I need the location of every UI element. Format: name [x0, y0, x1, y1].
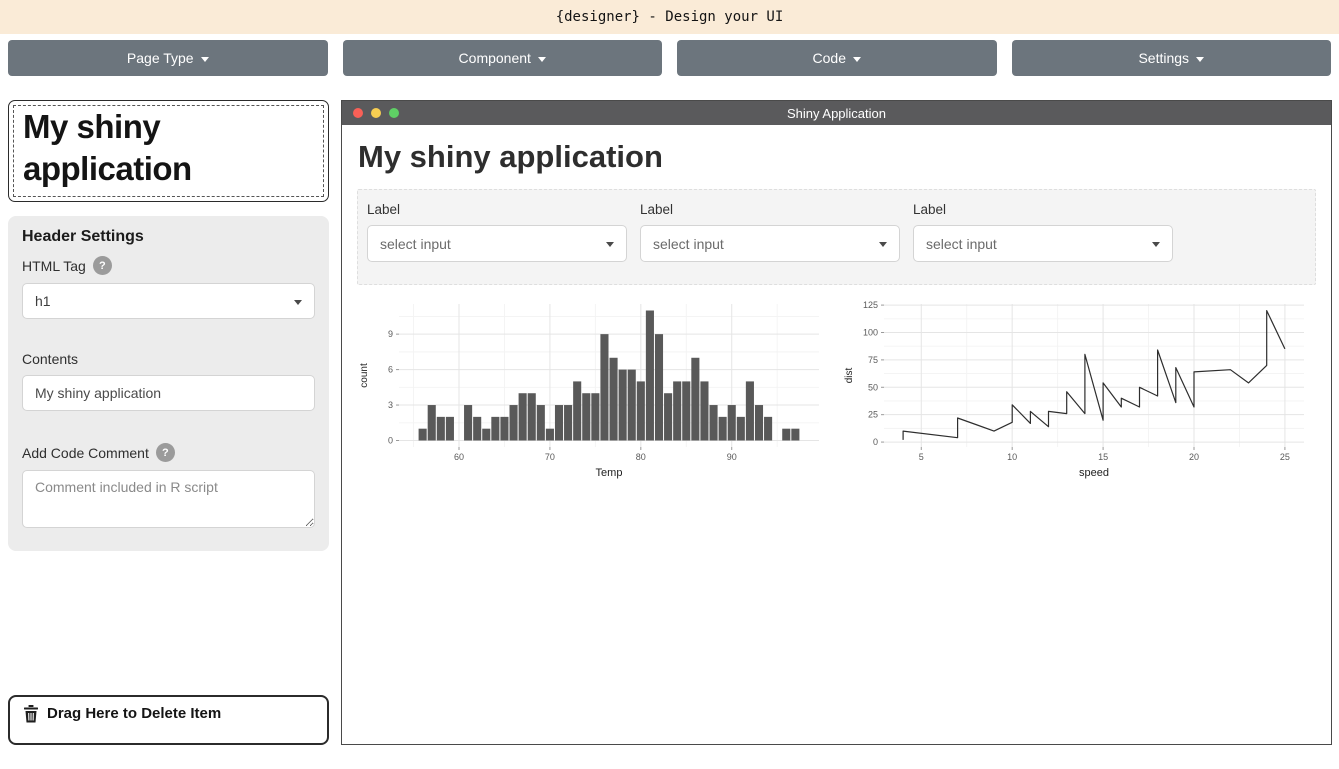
delete-drop-label: Drag Here to Delete Item [47, 705, 221, 722]
svg-text:5: 5 [919, 452, 924, 462]
caret-down-icon [538, 57, 546, 62]
svg-text:10: 10 [1007, 452, 1017, 462]
panel-title: Header Settings [22, 228, 315, 246]
select-input[interactable]: select input [367, 225, 627, 262]
sidebar: My shiny application Header Settings HTM… [8, 100, 329, 745]
caret-down-icon [1152, 242, 1160, 247]
svg-text:Temp: Temp [596, 467, 623, 479]
contents-label: Contents [22, 351, 78, 367]
code-comment-label: Add Code Comment [22, 445, 149, 461]
component-button[interactable]: Component [343, 40, 663, 76]
html-tag-select[interactable]: h1 [22, 283, 315, 319]
html-tag-value: h1 [35, 293, 51, 309]
canvas-header-text: My shiny application [13, 105, 324, 197]
select-input-column: Label select input [913, 200, 1186, 274]
temp-histogram-plot: 0 3 6 9 60 70 80 90 Temp count [357, 294, 831, 480]
select-input-label: Label [913, 202, 1173, 217]
help-icon[interactable]: ? [93, 256, 112, 275]
app-title: {designer} - Design your UI [556, 9, 784, 25]
select-input[interactable]: select input [640, 225, 900, 262]
svg-text:80: 80 [636, 452, 646, 462]
code-label: Code [813, 50, 846, 66]
preview-body: My shiny application Label select input … [342, 125, 1331, 744]
window-titlebar: Shiny Application [342, 101, 1331, 125]
speed-dist-line-plot: 0 25 50 75 100 125 5 10 15 20 25 speed dist [842, 294, 1316, 480]
delete-drop-zone[interactable]: Drag Here to Delete Item [8, 695, 329, 745]
traffic-lights [353, 108, 399, 118]
svg-text:6: 6 [388, 365, 393, 375]
select-input-label: Label [640, 202, 900, 217]
page-type-label: Page Type [127, 50, 194, 66]
caret-down-icon [879, 242, 887, 247]
traffic-light-red-icon [353, 108, 363, 118]
trash-icon [23, 705, 39, 723]
canvas-header-item[interactable]: My shiny application [8, 100, 329, 202]
caret-down-icon [294, 300, 302, 305]
page-type-button[interactable]: Page Type [8, 40, 328, 76]
svg-text:count: count [359, 363, 370, 388]
svg-text:90: 90 [727, 452, 737, 462]
help-icon[interactable]: ? [156, 443, 175, 462]
svg-text:20: 20 [1189, 452, 1199, 462]
charts-row: 0 3 6 9 60 70 80 90 Temp count 0 25 50 75 100 125 5 10 15… [357, 294, 1316, 480]
select-input-value: select input [653, 236, 724, 252]
svg-text:25: 25 [1280, 452, 1290, 462]
svg-text:60: 60 [454, 452, 464, 462]
shiny-preview-window: Shiny Application My shiny application L… [341, 100, 1332, 745]
caret-down-icon [853, 57, 861, 62]
app-title-bar: {designer} - Design your UI [0, 0, 1339, 34]
settings-button[interactable]: Settings [1012, 40, 1332, 76]
settings-label: Settings [1138, 50, 1189, 66]
code-button[interactable]: Code [677, 40, 997, 76]
svg-text:0: 0 [388, 436, 393, 446]
window-title: Shiny Application [342, 106, 1331, 121]
workspace: My shiny application Header Settings HTM… [0, 76, 1339, 745]
component-row: Label select input Label select input La… [357, 189, 1316, 285]
caret-down-icon [1196, 57, 1204, 62]
svg-text:speed: speed [1079, 467, 1109, 479]
caret-down-icon [201, 57, 209, 62]
select-input-column: Label select input [367, 200, 640, 274]
svg-text:50: 50 [868, 382, 878, 392]
svg-text:75: 75 [868, 355, 878, 365]
toolbar: Page Type Component Code Settings [0, 34, 1339, 76]
svg-text:25: 25 [868, 410, 878, 420]
select-input-value: select input [926, 236, 997, 252]
contents-input[interactable] [22, 375, 315, 411]
svg-text:0: 0 [873, 437, 878, 447]
svg-text:15: 15 [1098, 452, 1108, 462]
svg-text:100: 100 [863, 327, 878, 337]
preview-heading: My shiny application [358, 139, 1315, 175]
svg-text:3: 3 [388, 400, 393, 410]
traffic-light-green-icon [389, 108, 399, 118]
traffic-light-yellow-icon [371, 108, 381, 118]
svg-text:125: 125 [863, 300, 878, 310]
svg-text:9: 9 [388, 329, 393, 339]
sidebar-spacer [8, 551, 329, 695]
header-settings-panel: Header Settings HTML Tag ? h1 Contents A… [8, 216, 329, 551]
code-comment-field-label: Add Code Comment ? [22, 443, 315, 462]
component-label: Component [459, 50, 531, 66]
html-tag-label: HTML Tag [22, 258, 86, 274]
caret-down-icon [606, 242, 614, 247]
select-input-label: Label [367, 202, 627, 217]
select-input-column: Label select input [640, 200, 913, 274]
html-tag-field-label: HTML Tag ? [22, 256, 315, 275]
select-input[interactable]: select input [913, 225, 1173, 262]
contents-field-label: Contents [22, 351, 315, 367]
select-input-value: select input [380, 236, 451, 252]
svg-text:dist: dist [844, 367, 855, 383]
svg-text:70: 70 [545, 452, 555, 462]
code-comment-textarea[interactable] [22, 470, 315, 528]
